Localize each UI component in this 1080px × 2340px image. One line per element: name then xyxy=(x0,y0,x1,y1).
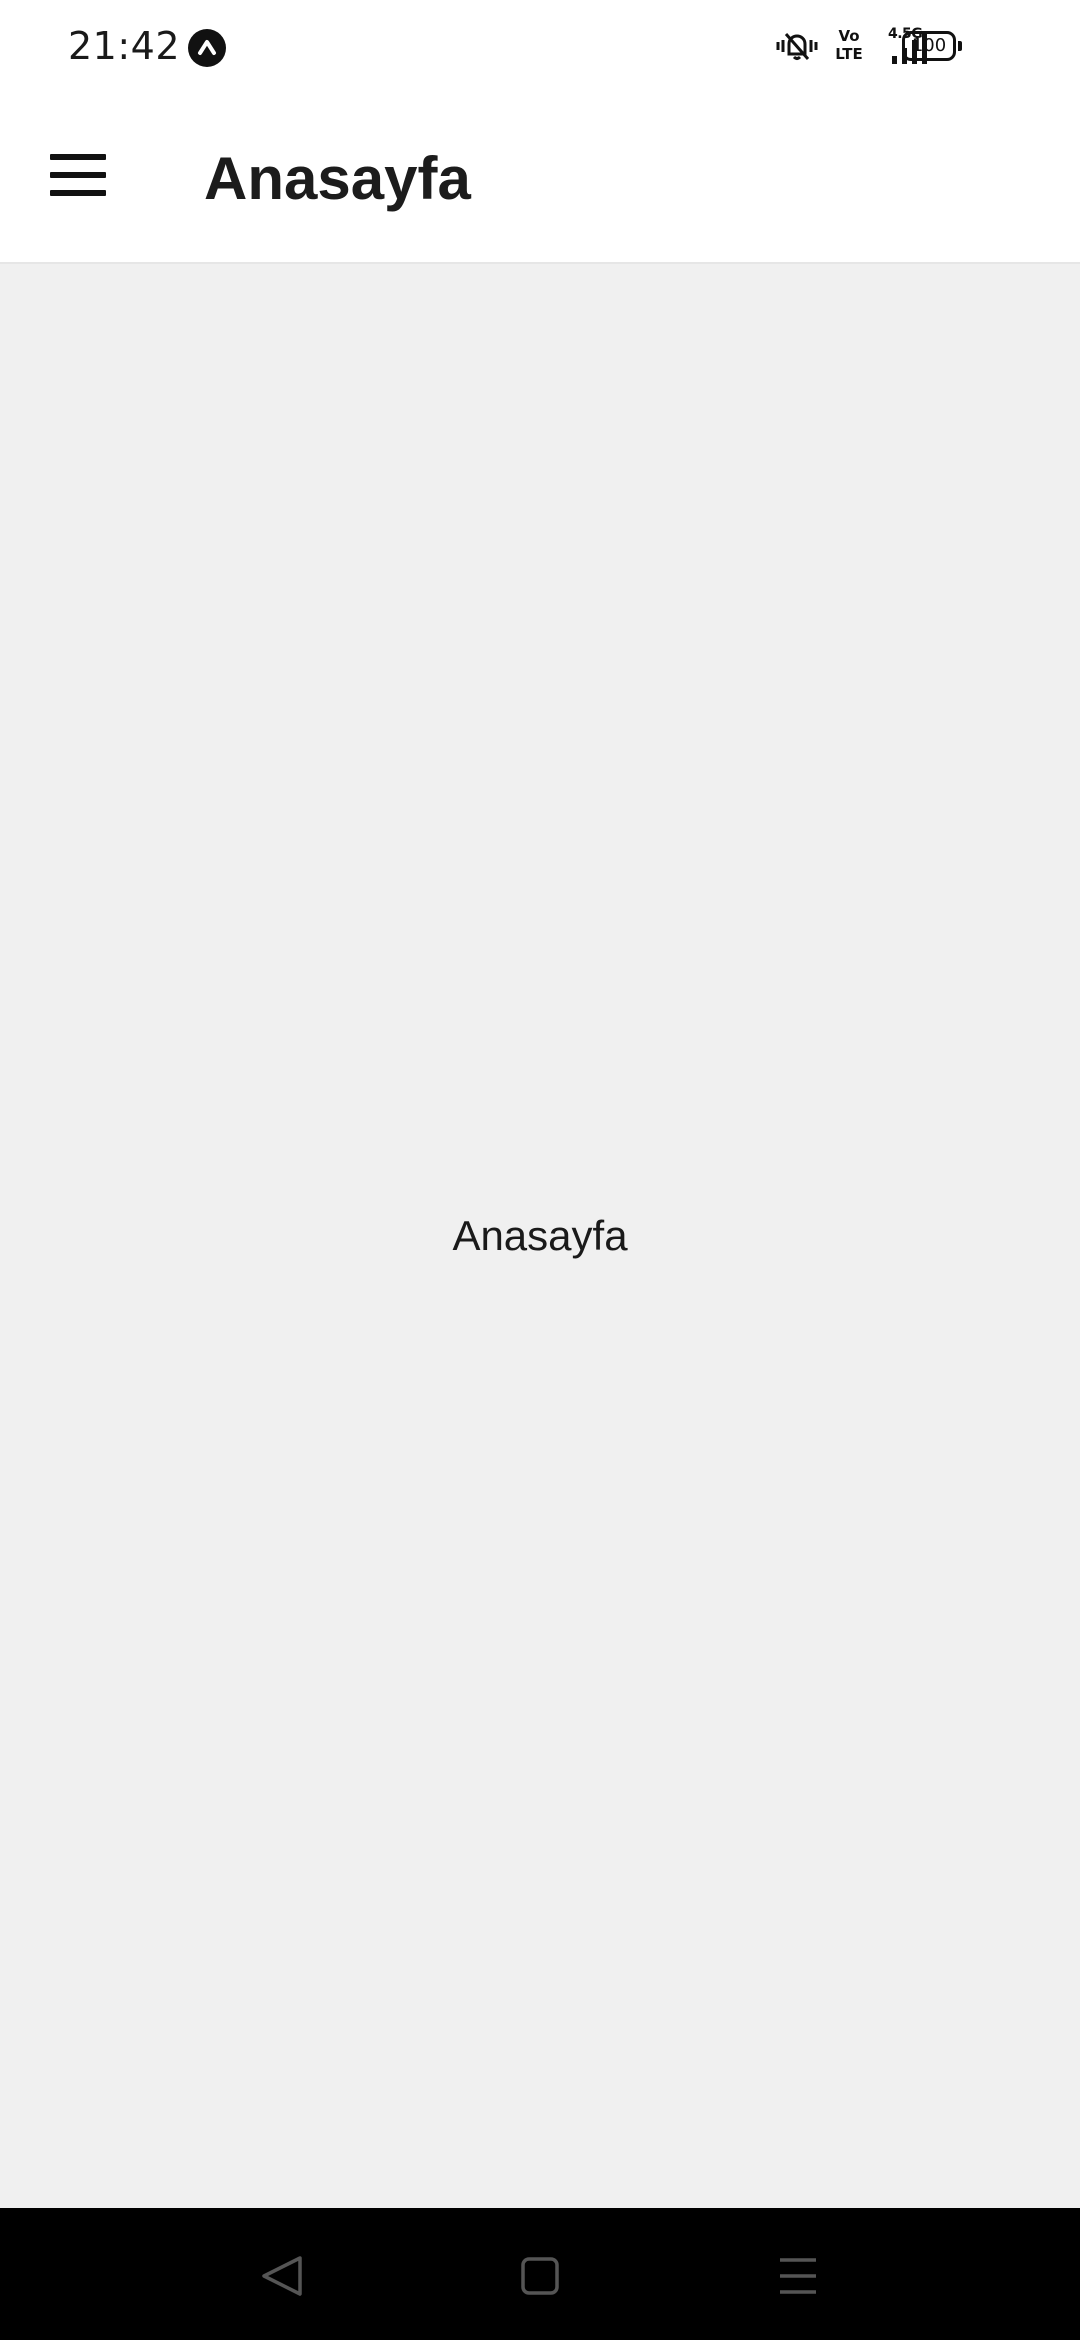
vibrate-mute-icon xyxy=(772,28,822,69)
recents-icon xyxy=(780,2258,816,2294)
menu-button[interactable] xyxy=(30,134,126,218)
volte-icon: Vo LTE xyxy=(835,27,863,63)
notification-app-icon xyxy=(188,29,226,67)
battery-level: 100 xyxy=(911,35,947,56)
home-button[interactable] xyxy=(510,2246,570,2306)
battery-icon: 100 xyxy=(902,31,962,61)
back-button[interactable] xyxy=(252,2246,312,2306)
content-label: Anasayfa xyxy=(452,1212,628,1259)
system-navigation-bar xyxy=(0,2208,1080,2340)
status-bar: 21:42 Vo LTE 4.5G 100 xyxy=(0,0,1080,96)
back-icon xyxy=(262,2256,302,2296)
recents-button[interactable] xyxy=(768,2246,828,2306)
home-icon xyxy=(521,2257,559,2295)
page-title: Anasayfa xyxy=(204,145,471,212)
status-time: 21:42 xyxy=(68,24,181,68)
phone-screen: 21:42 Vo LTE 4.5G 100 Anasayfa Anasayfa xyxy=(0,0,1080,2340)
app-bar: Anasayfa xyxy=(0,96,1080,264)
main-content: Anasayfa xyxy=(0,264,1080,2208)
